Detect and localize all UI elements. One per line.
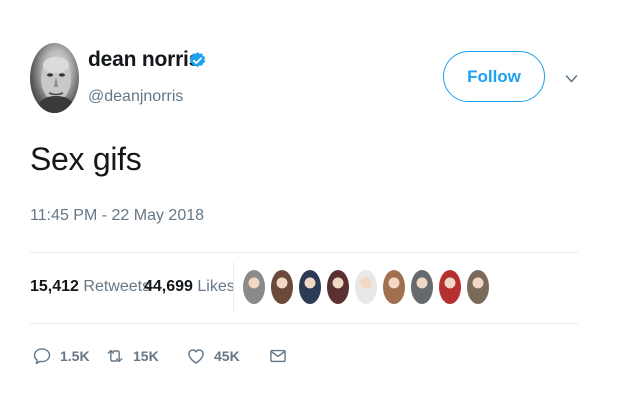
like-count: 45K [214,348,240,364]
retweets-count: 15,412 [30,278,79,295]
verified-badge-icon [189,52,206,68]
likes-count: 44,699 [144,278,193,295]
chevron-down-icon[interactable] [565,74,578,84]
avatar-face-icon [39,57,73,113]
liker-avatar[interactable] [438,269,462,305]
like-button[interactable]: 45K [186,345,240,367]
heart-icon [188,349,204,364]
follow-button[interactable]: Follow [443,51,545,102]
tweet-text: Sex gifs [30,141,142,177]
reply-icon [33,348,51,365]
retweets-stat[interactable]: 15,412 Retweets [30,278,150,296]
envelope-icon [270,349,286,363]
liker-avatar[interactable] [326,269,350,305]
liker-avatar[interactable] [354,269,378,305]
likes-stat[interactable]: 44,699 Likes [144,278,235,296]
user-handle[interactable]: @deanjnorris [88,88,183,106]
display-name[interactable]: dean norris [88,48,200,72]
tweet-timestamp[interactable]: 11:45 PM - 22 May 2018 [30,207,204,225]
reply-count: 1.5K [60,348,90,364]
retweets-label: Retweets [83,278,151,295]
direct-message-button[interactable] [268,345,288,367]
liker-avatar[interactable] [298,269,322,305]
reply-button[interactable]: 1.5K [32,345,90,367]
divider [30,252,578,253]
retweet-button[interactable]: 15K [105,345,159,367]
tweet-card: dean norris @deanjnorris Follow Sex gifs… [0,0,618,412]
liker-avatar[interactable] [382,269,406,305]
stats-separator [233,262,234,313]
avatar[interactable] [30,43,79,113]
liker-avatar[interactable] [242,269,266,305]
divider [30,323,578,324]
likes-label: Likes [197,278,235,295]
liker-avatar[interactable] [466,269,490,305]
liker-avatar[interactable] [270,269,294,305]
retweet-icon [107,349,123,363]
liker-avatar[interactable] [410,269,434,305]
retweet-count: 15K [133,348,159,364]
